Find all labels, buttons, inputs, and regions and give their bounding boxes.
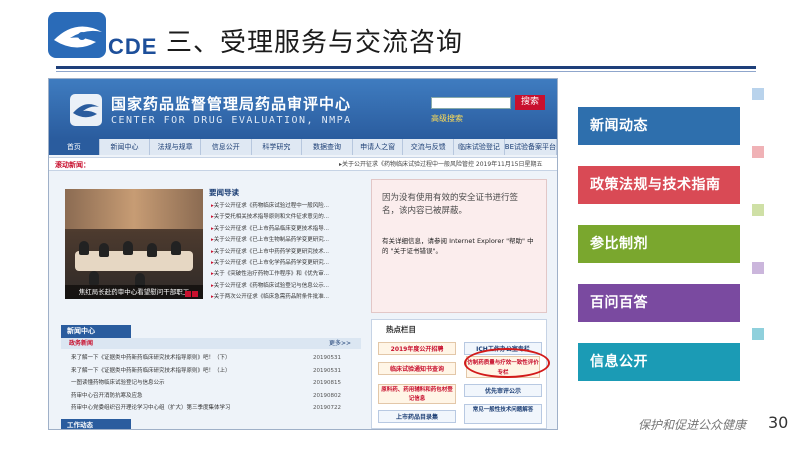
photo-person bbox=[147, 243, 157, 257]
cde-logo: CDE bbox=[46, 8, 158, 64]
certificate-error-box: 因为没有使用有效的安全证书进行签名，该内容已被屏蔽。 有关详细信息，请参阅 In… bbox=[371, 179, 547, 313]
nav-item-applicant[interactable]: 申请人之窗 bbox=[353, 139, 404, 155]
gov-news-label[interactable]: 政务新闻 bbox=[69, 338, 93, 349]
decor-square bbox=[752, 88, 764, 100]
nav-item-data-query[interactable]: 数据查询 bbox=[302, 139, 353, 155]
site-title-cn: 国家药品监督管理局药品审评中心 bbox=[111, 95, 352, 113]
hot-topics-panel: 热点栏目 2019年度公开招聘 ICH工作办公室专栏 临床试验通知书查询 仿制药… bbox=[371, 319, 550, 429]
news-center-tab[interactable]: 新闻中心 bbox=[61, 325, 131, 338]
news-link[interactable]: 关于公开征求《已上市生物制品药学变更研究... bbox=[211, 235, 351, 246]
nav-item-regulations[interactable]: 法规与规章 bbox=[150, 139, 201, 155]
hot-link-faq[interactable]: 常见一般性技术问题解答 bbox=[464, 404, 542, 424]
news-link[interactable]: 关于受托相关技术指导原则和文件征求意见的... bbox=[211, 212, 351, 223]
photo-person bbox=[79, 241, 89, 255]
header-rule-thin bbox=[56, 71, 756, 72]
site-search-button[interactable]: 搜索 bbox=[515, 95, 545, 110]
menu-item-faq[interactable]: 百问百答 bbox=[578, 284, 740, 322]
nav-item-research[interactable]: 科学研究 bbox=[252, 139, 303, 155]
nav-item-be-platform[interactable]: BE试验备案平台 bbox=[505, 139, 557, 155]
notice-row[interactable]: 药审中心党委组织召开理论学习中心组（扩大）第三季度集体学习 20190722 bbox=[71, 402, 341, 415]
menu-item-policy[interactable]: 政策法规与技术指南 bbox=[578, 166, 740, 204]
notice-list: 来了解一下《证据类中药新药临床研究技术指导原则》吧！（下） 20190531 来了… bbox=[71, 352, 341, 415]
page-number: 30 bbox=[768, 413, 789, 432]
cde-emblem-icon bbox=[48, 12, 106, 58]
nav-item-disclosure[interactable]: 信息公开 bbox=[201, 139, 252, 155]
site-nav: 首页 新闻中心 法规与规章 信息公开 科学研究 数据查询 申请人之窗 交流与反馈… bbox=[49, 139, 557, 155]
footer-tagline: 保护和促进公众健康 bbox=[638, 418, 747, 432]
nav-item-clinical-registration[interactable]: 临床试验登记 bbox=[454, 139, 505, 155]
news-heading: 要闻导读 bbox=[209, 188, 239, 197]
news-link[interactable]: 关于《突破性治疗药物工作程序》和《优先审... bbox=[211, 269, 351, 280]
notice-row[interactable]: 药审中心召开消防抗寒及应急 20190802 bbox=[71, 390, 341, 403]
site-search-input[interactable] bbox=[431, 97, 511, 109]
nav-item-news[interactable]: 新闻中心 bbox=[100, 139, 151, 155]
decor-square bbox=[752, 262, 764, 274]
photo-caption: 焦红局长赴药审中心看望慰问干部职工 bbox=[65, 285, 203, 299]
site-banner: 国家药品监督管理局药品审评中心 CENTER FOR DRUG EVALUATI… bbox=[49, 79, 557, 139]
certificate-error-help: 有关详细信息，请参阅 Internet Explorer "帮助" 中的 "关于… bbox=[382, 237, 534, 255]
site-advanced-search-link[interactable]: 高级搜索 bbox=[431, 113, 463, 124]
ticker-text[interactable]: ▸关于公开征求《药物临床试验过程中一般风险管控 2019年11月15日星期五 bbox=[339, 158, 542, 172]
header-rule bbox=[56, 66, 756, 69]
decor-square bbox=[752, 146, 764, 158]
site-emblem-icon bbox=[70, 94, 102, 126]
photo-person bbox=[171, 241, 181, 255]
news-section-bar: 政务新闻 更多>> bbox=[61, 338, 361, 349]
website-screenshot: 国家药品监督管理局药品审评中心 CENTER FOR DRUG EVALUATI… bbox=[48, 78, 558, 430]
news-link[interactable]: 关于公开征求《已上市药品临床变更技术指导... bbox=[211, 224, 351, 235]
notice-row[interactable]: 来了解一下《证据类中药新药临床研究技术指导原则》吧！（上） 20190531 bbox=[71, 365, 341, 378]
hot-link-clinical-notice[interactable]: 临床试验通知书查询 bbox=[378, 362, 456, 375]
news-link[interactable]: 关于公开征求《已上市化学药品药学变更研究... bbox=[211, 258, 351, 269]
notice-row[interactable]: 一图读懂药物临床试验登记与信息公示 20190815 bbox=[71, 377, 341, 390]
work-news-tab[interactable]: 工作动态 bbox=[61, 419, 131, 429]
slide-header: CDE 三、受理服务与交流咨询 bbox=[0, 0, 800, 72]
hot-link-api-registration[interactable]: 原料药、药用辅料和药包材登记信息 bbox=[378, 384, 456, 404]
more-link[interactable]: 更多>> bbox=[329, 338, 351, 349]
site-title-en: CENTER FOR DRUG EVALUATION, NMPA bbox=[111, 115, 352, 126]
ticker-label: 滚动新闻： bbox=[55, 161, 90, 169]
photo-person bbox=[89, 271, 99, 285]
cde-logo-text: CDE bbox=[108, 34, 158, 59]
hot-topics-title: 热点栏目 bbox=[386, 325, 416, 334]
nav-item-feedback[interactable]: 交流与反馈 bbox=[403, 139, 455, 155]
decor-square bbox=[752, 328, 764, 340]
nav-item-home[interactable]: 首页 bbox=[49, 139, 100, 155]
hot-link-priority-review[interactable]: 优先审评公示 bbox=[464, 384, 542, 397]
menu-item-disclosure[interactable]: 信息公开 bbox=[578, 343, 740, 381]
menu-item-reference[interactable]: 参比制剂 bbox=[578, 225, 740, 263]
photo-person bbox=[99, 243, 109, 257]
news-link[interactable]: 关于公开征求《已上市中药药学变更研究技术... bbox=[211, 247, 351, 258]
news-photo[interactable]: 焦红局长赴药审中心看望慰问干部职工 bbox=[65, 189, 203, 299]
menu-item-news[interactable]: 新闻动态 bbox=[578, 107, 740, 145]
hot-link-marketed-catalog[interactable]: 上市药品目录集 bbox=[378, 410, 456, 423]
photo-wall bbox=[65, 189, 203, 229]
photo-pager[interactable] bbox=[185, 291, 198, 297]
news-link[interactable]: 关于公开征求《药物临床试验过程中一般风险... bbox=[211, 201, 351, 212]
photo-person bbox=[123, 241, 133, 255]
slide-title: 三、受理服务与交流咨询 bbox=[166, 28, 464, 58]
decor-square bbox=[752, 204, 764, 216]
news-list: 关于公开征求《药物临床试验过程中一般风险... 关于受托相关技术指导原则和文件征… bbox=[211, 201, 351, 304]
notice-row[interactable]: 来了解一下《证据类中药新药临床研究技术指导原则》吧！（下） 20190531 bbox=[71, 352, 341, 365]
news-ticker: 滚动新闻： ▸关于公开征求《药物临床试验过程中一般风险管控 2019年11月15… bbox=[49, 157, 557, 171]
news-link[interactable]: 关于公开征求《药物临床试验登记与信息公示... bbox=[211, 281, 351, 292]
hot-link-recruitment[interactable]: 2019年度公开招聘 bbox=[378, 342, 456, 355]
certificate-error-message: 因为没有使用有效的安全证书进行签名，该内容已被屏蔽。 bbox=[382, 193, 519, 216]
highlight-ellipse bbox=[464, 348, 550, 378]
news-link[interactable]: 关于两次公开征求《临床急需药品附条件批准... bbox=[211, 292, 351, 303]
